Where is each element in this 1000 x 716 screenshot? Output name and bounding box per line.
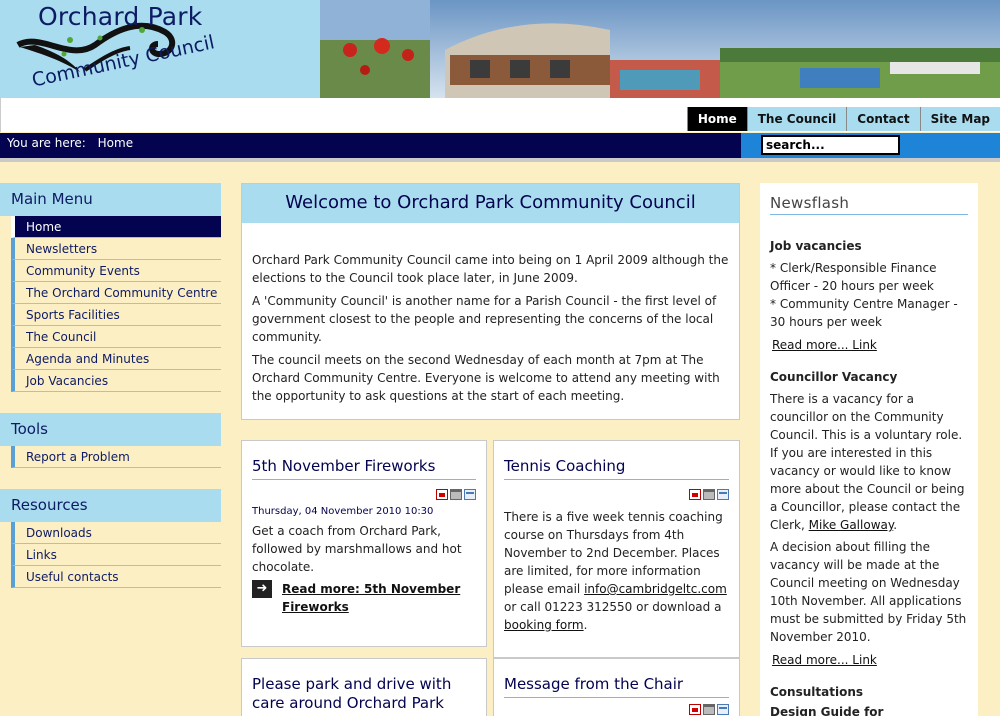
article-body-text: or call 01223 312550 or download a bbox=[504, 600, 722, 614]
left-sidebar: Main Menu Home Newsletters Community Eve… bbox=[0, 183, 221, 609]
article-title[interactable]: 5th November Fireworks bbox=[252, 441, 476, 480]
newsflash-job-2: * Community Centre Manager - 30 hours pe… bbox=[770, 297, 958, 329]
article-tennis: Tennis Coaching There is a five week ten… bbox=[493, 440, 740, 658]
newsflash-councillor-end: . bbox=[893, 518, 898, 532]
tools-menu: Report a Problem bbox=[11, 446, 221, 468]
menu-item-job-vacancies[interactable]: Job Vacancies bbox=[11, 370, 221, 392]
email-link[interactable]: info@cambridgeltc.com bbox=[584, 582, 727, 596]
newsflash-read-more-link[interactable]: Read more... Link bbox=[770, 336, 968, 354]
pdf-icon[interactable] bbox=[436, 489, 448, 500]
menu-item-home[interactable]: Home bbox=[11, 216, 221, 238]
menu-item-agenda-minutes[interactable]: Agenda and Minutes bbox=[11, 348, 221, 370]
email-icon[interactable] bbox=[464, 489, 476, 500]
article-icons bbox=[252, 480, 476, 500]
newsflash-title: Newsflash bbox=[770, 183, 968, 215]
article-body: Get a coach from Orchard Park, followed … bbox=[252, 524, 462, 574]
welcome-body: Orchard Park Community Council came into… bbox=[242, 223, 739, 405]
topnav-the-council[interactable]: The Council bbox=[746, 107, 847, 131]
article-body: There is a five week tennis coaching cou… bbox=[504, 508, 729, 634]
welcome-paragraph-3: The council meets on the second Wednesda… bbox=[252, 353, 720, 403]
welcome-title: Welcome to Orchard Park Community Counci… bbox=[242, 184, 739, 223]
breadcrumb-prefix: You are here: bbox=[7, 136, 86, 150]
menu-item-community-events[interactable]: Community Events bbox=[11, 260, 221, 282]
tools-title: Tools bbox=[0, 413, 221, 446]
topnav-home[interactable]: Home bbox=[686, 107, 747, 131]
topnav-contact[interactable]: Contact bbox=[846, 107, 920, 131]
logo-title-line1: Orchard Park bbox=[38, 2, 203, 31]
breadcrumb-current: Home bbox=[97, 136, 134, 150]
breadcrumb-bar: You are here: Home bbox=[0, 133, 1000, 158]
welcome-paragraph-1: Orchard Park Community Council came into… bbox=[252, 253, 729, 285]
resources-title: Resources bbox=[0, 489, 221, 522]
pdf-icon[interactable] bbox=[689, 704, 701, 715]
arrow-right-icon: ➜ bbox=[252, 580, 272, 598]
main-menu: Home Newsletters Community Events The Or… bbox=[11, 216, 221, 392]
newsflash-job-1: * Clerk/Responsible Finance Officer - 20… bbox=[770, 261, 937, 293]
welcome-panel: Welcome to Orchard Park Community Counci… bbox=[241, 183, 740, 420]
print-icon[interactable] bbox=[703, 704, 715, 715]
newsflash-read-more-link[interactable]: Read more... Link bbox=[770, 651, 968, 669]
booking-form-link[interactable]: booking form bbox=[504, 618, 584, 632]
banner-photo bbox=[320, 0, 1000, 98]
clerk-contact-link[interactable]: Mike Galloway bbox=[809, 518, 894, 532]
menu-item-orchard-community-centre[interactable]: The Orchard Community Centre bbox=[11, 282, 221, 304]
article-date: Thursday, 04 November 2010 10:30 bbox=[252, 506, 434, 517]
article-title[interactable]: Tennis Coaching bbox=[504, 441, 729, 480]
print-icon[interactable] bbox=[450, 489, 462, 500]
newsflash-heading-jobs: Job vacancies bbox=[770, 239, 862, 253]
menu-item-useful-contacts[interactable]: Useful contacts bbox=[11, 566, 221, 588]
newsflash-councillor-body: There is a vacancy for a councillor on t… bbox=[770, 392, 965, 532]
topnav-site-map[interactable]: Site Map bbox=[919, 107, 1000, 131]
search-input[interactable] bbox=[761, 135, 900, 155]
newsflash-sidebar: Newsflash Job vacancies * Clerk/Responsi… bbox=[760, 183, 978, 716]
tools-module: Tools Report a Problem bbox=[0, 413, 221, 468]
pdf-icon[interactable] bbox=[689, 489, 701, 500]
article-icons bbox=[504, 698, 729, 716]
newsflash-councillor-text: There is a vacancy for a councillor on t… bbox=[770, 390, 968, 534]
search-area bbox=[741, 133, 1000, 158]
welcome-paragraph-2: A 'Community Council' is another name fo… bbox=[252, 294, 717, 344]
email-icon[interactable] bbox=[717, 704, 729, 715]
newsflash-decision-text: A decision about filling the vacancy wil… bbox=[770, 540, 967, 644]
read-more-text[interactable]: Read more: 5th November Fireworks bbox=[282, 580, 476, 616]
menu-item-newsletters[interactable]: Newsletters bbox=[11, 238, 221, 260]
main-menu-title: Main Menu bbox=[0, 183, 221, 216]
article-icons bbox=[504, 480, 729, 500]
article-park-drive: Please park and drive with care around O… bbox=[241, 658, 487, 716]
site-logo[interactable]: Orchard Park Community Council bbox=[0, 0, 320, 98]
top-nav-bar: Home The Council Contact Site Map bbox=[0, 98, 1000, 132]
menu-item-the-council[interactable]: The Council bbox=[11, 326, 221, 348]
banner-photo-graphic bbox=[320, 0, 1000, 98]
article-fireworks: 5th November Fireworks Thursday, 04 Nove… bbox=[241, 440, 487, 647]
menu-item-links[interactable]: Links bbox=[11, 544, 221, 566]
resources-menu: Downloads Links Useful contacts bbox=[11, 522, 221, 588]
main-menu-module: Main Menu Home Newsletters Community Eve… bbox=[0, 183, 221, 392]
newsflash-heading-design-guide: Design Guide for bbox=[770, 705, 884, 716]
article-title[interactable]: Message from the Chair bbox=[504, 659, 729, 698]
article-chair-message: Message from the Chair bbox=[493, 658, 740, 716]
menu-item-sports-facilities[interactable]: Sports Facilities bbox=[11, 304, 221, 326]
resources-module: Resources Downloads Links Useful contact… bbox=[0, 489, 221, 588]
header-divider bbox=[0, 158, 1000, 162]
site-header: Orchard Park Community Council bbox=[0, 0, 1000, 98]
email-icon[interactable] bbox=[717, 489, 729, 500]
read-more-link[interactable]: ➜ Read more: 5th November Fireworks bbox=[252, 580, 476, 616]
top-nav: Home The Council Contact Site Map bbox=[686, 107, 1000, 131]
menu-item-report-problem[interactable]: Report a Problem bbox=[11, 446, 221, 468]
newsflash-heading-councillor: Councillor Vacancy bbox=[770, 370, 898, 384]
article-title[interactable]: Please park and drive with care around O… bbox=[252, 659, 476, 716]
menu-item-downloads[interactable]: Downloads bbox=[11, 522, 221, 544]
newsflash-heading-consultations: Consultations bbox=[770, 685, 864, 699]
print-icon[interactable] bbox=[703, 489, 715, 500]
article-body-text: . bbox=[583, 618, 588, 632]
breadcrumb: You are here: Home bbox=[7, 136, 133, 150]
